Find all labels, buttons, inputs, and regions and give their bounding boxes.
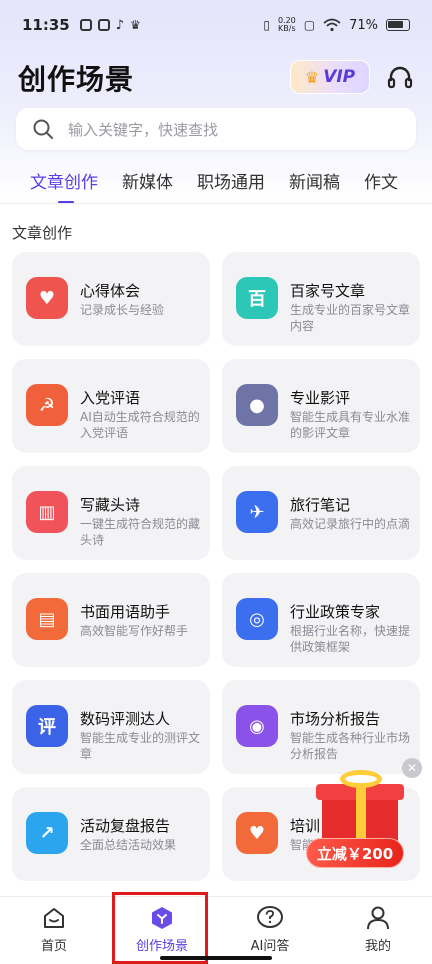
scene-card-desc: 高效智能写作好帮手 <box>80 624 189 638</box>
sim-icon: ▢ <box>303 18 316 32</box>
vibrate-icon: ▯ <box>263 18 270 32</box>
review-shield-icon: 评 <box>26 705 68 747</box>
user-icon <box>367 906 389 930</box>
scene-card-title: 入党评语 <box>80 389 141 407</box>
scene-card-title: 培训 <box>290 817 321 835</box>
status-notification-icons: ♪ ♛ <box>79 17 141 33</box>
scene-card[interactable]: 百百家号文章生成专业的百家号文章内容 <box>222 252 420 346</box>
scene-card-title: 写藏头诗 <box>80 496 141 514</box>
scene-card-desc: 全面总结活动效果 <box>80 838 177 852</box>
status-right: ▯ 0.20 KB/s ▢ 71% <box>263 17 410 33</box>
tab-new-media[interactable]: 新媒体 <box>122 168 173 200</box>
promo-discount-badge[interactable]: 立减￥200 <box>306 838 404 868</box>
page-title: 创作场景 <box>18 63 135 96</box>
scene-card-desc: 根据行业名称，快速提供政策框架 <box>290 624 411 654</box>
party-badge-icon: ☭ <box>26 384 68 426</box>
scene-card[interactable]: ▥ 写藏头诗一键生成符合规范的藏头诗 <box>12 466 210 560</box>
highlight-frame <box>112 892 208 964</box>
scene-card-desc: AI自动生成符合规范的入党评语 <box>80 410 200 440</box>
music-note-icon: ♪ <box>115 17 125 33</box>
wifi-icon <box>323 18 341 32</box>
status-time: 11:35 <box>22 16 70 34</box>
scene-card[interactable]: ▤ 书面用语助手高效智能写作好帮手 <box>12 573 210 667</box>
vip-label: VIP <box>323 67 356 87</box>
heart-icon: ♥ <box>26 277 68 319</box>
film-reel-icon: ● <box>236 384 278 426</box>
gift-bow <box>340 770 382 788</box>
vip-button[interactable]: ♛ VIP <box>290 60 370 94</box>
crown-icon: ♛ <box>304 67 320 87</box>
tabbar-home[interactable]: 首页 <box>0 905 108 961</box>
baijiahao-icon: 百 <box>236 277 278 319</box>
tab-composition[interactable]: 作文 <box>364 168 398 200</box>
tabbar-ai-qa-label: AI问答 <box>250 939 290 954</box>
scene-card-desc: 智能生成专业的测评文章 <box>80 731 201 761</box>
scene-card-title: 活动复盘报告 <box>80 817 171 835</box>
tabbar-mine-label: 我的 <box>364 939 391 954</box>
scene-card[interactable]: ◉ 市场分析报告智能生成各种行业市场分析报告 <box>222 680 420 774</box>
tab-press-release[interactable]: 新闻稿 <box>289 168 340 200</box>
target-icon: ◎ <box>236 598 278 640</box>
crown-small-icon: ♛ <box>130 18 141 32</box>
scene-card[interactable]: ↗ 活动复盘报告全面总结活动效果 <box>12 787 210 881</box>
tab-workplace[interactable]: 职场通用 <box>197 168 265 200</box>
scene-card[interactable]: ✈ 旅行笔记高效记录旅行中的点滴 <box>222 466 420 560</box>
scene-card[interactable]: ● 专业影评智能生成具有专业水准的影评文章 <box>222 359 420 453</box>
scene-card[interactable]: 评数码评测达人智能生成专业的测评文章 <box>12 680 210 774</box>
plane-notebook-icon: ✈ <box>236 491 278 533</box>
search-icon <box>33 119 53 139</box>
tabbar-ai-qa[interactable]: AI问答 <box>216 905 324 961</box>
scene-card-title: 百家号文章 <box>290 282 366 300</box>
scene-card-desc: 生成专业的百家号文章内容 <box>290 303 411 333</box>
scene-card-title: 行业政策专家 <box>290 603 381 621</box>
scene-card-title: 数码评测达人 <box>80 710 171 728</box>
section-title: 文章创作 <box>12 224 73 242</box>
scene-card-desc: 智能生成具有专业水准的影评文章 <box>290 410 411 440</box>
scene-card-desc: 一键生成符合规范的藏头诗 <box>80 517 201 547</box>
question-bubble-icon <box>257 906 283 928</box>
scene-card[interactable]: ☭ 入党评语 AI自动生成符合规范的入党评语 <box>12 359 210 453</box>
search-bar[interactable]: 输入关键字，快速查找 <box>16 108 416 150</box>
scene-card-desc: 智能生成各种行业市场分析报告 <box>290 731 411 761</box>
tab-article-writing[interactable]: 文章创作 <box>30 168 98 204</box>
network-speed: 0.20 KB/s <box>277 16 296 33</box>
scene-card-desc: 高效记录旅行中的点滴 <box>290 517 411 531</box>
battery-icon <box>386 19 410 31</box>
promo-close-button[interactable]: ✕ <box>402 758 422 778</box>
tabs-divider <box>0 203 432 204</box>
training-icon: ♥ <box>236 812 278 854</box>
notification-icon <box>79 19 92 31</box>
scene-card-title: 专业影评 <box>290 389 351 407</box>
poem-scroll-icon: ▥ <box>26 491 68 533</box>
scene-card-title: 市场分析报告 <box>290 710 381 728</box>
scene-card-title: 旅行笔记 <box>290 496 351 514</box>
tabbar-mine[interactable]: 我的 <box>324 905 432 961</box>
chat-book-icon: ▤ <box>26 598 68 640</box>
home-indicator <box>160 956 272 960</box>
activity-chart-icon: ↗ <box>26 812 68 854</box>
scene-card-title: 心得体会 <box>80 282 141 300</box>
market-chart-icon: ◉ <box>236 705 278 747</box>
status-bar: 11:35 ♪ ♛ ▯ 0.20 KB/s ▢ 71% <box>0 0 432 50</box>
bottom-tab-bar: 首页 创作场景 AI问答 我的 <box>0 896 432 964</box>
tabbar-home-label: 首页 <box>40 939 67 954</box>
notification-icon <box>97 19 110 31</box>
battery-percent: 71% <box>349 17 378 33</box>
scene-card[interactable]: ♥ 心得体会记录成长与经验 <box>12 252 210 346</box>
scene-card-title: 书面用语助手 <box>80 603 171 621</box>
scene-card[interactable]: ◎ 行业政策专家根据行业名称，快速提供政策框架 <box>222 573 420 667</box>
headset-icon[interactable] <box>386 64 414 92</box>
search-placeholder: 输入关键字，快速查找 <box>68 120 219 139</box>
category-tabs: 文章创作 新媒体 职场通用 新闻稿 作文 <box>0 168 432 204</box>
scene-card-desc: 记录成长与经验 <box>80 303 165 317</box>
home-icon <box>44 908 64 928</box>
